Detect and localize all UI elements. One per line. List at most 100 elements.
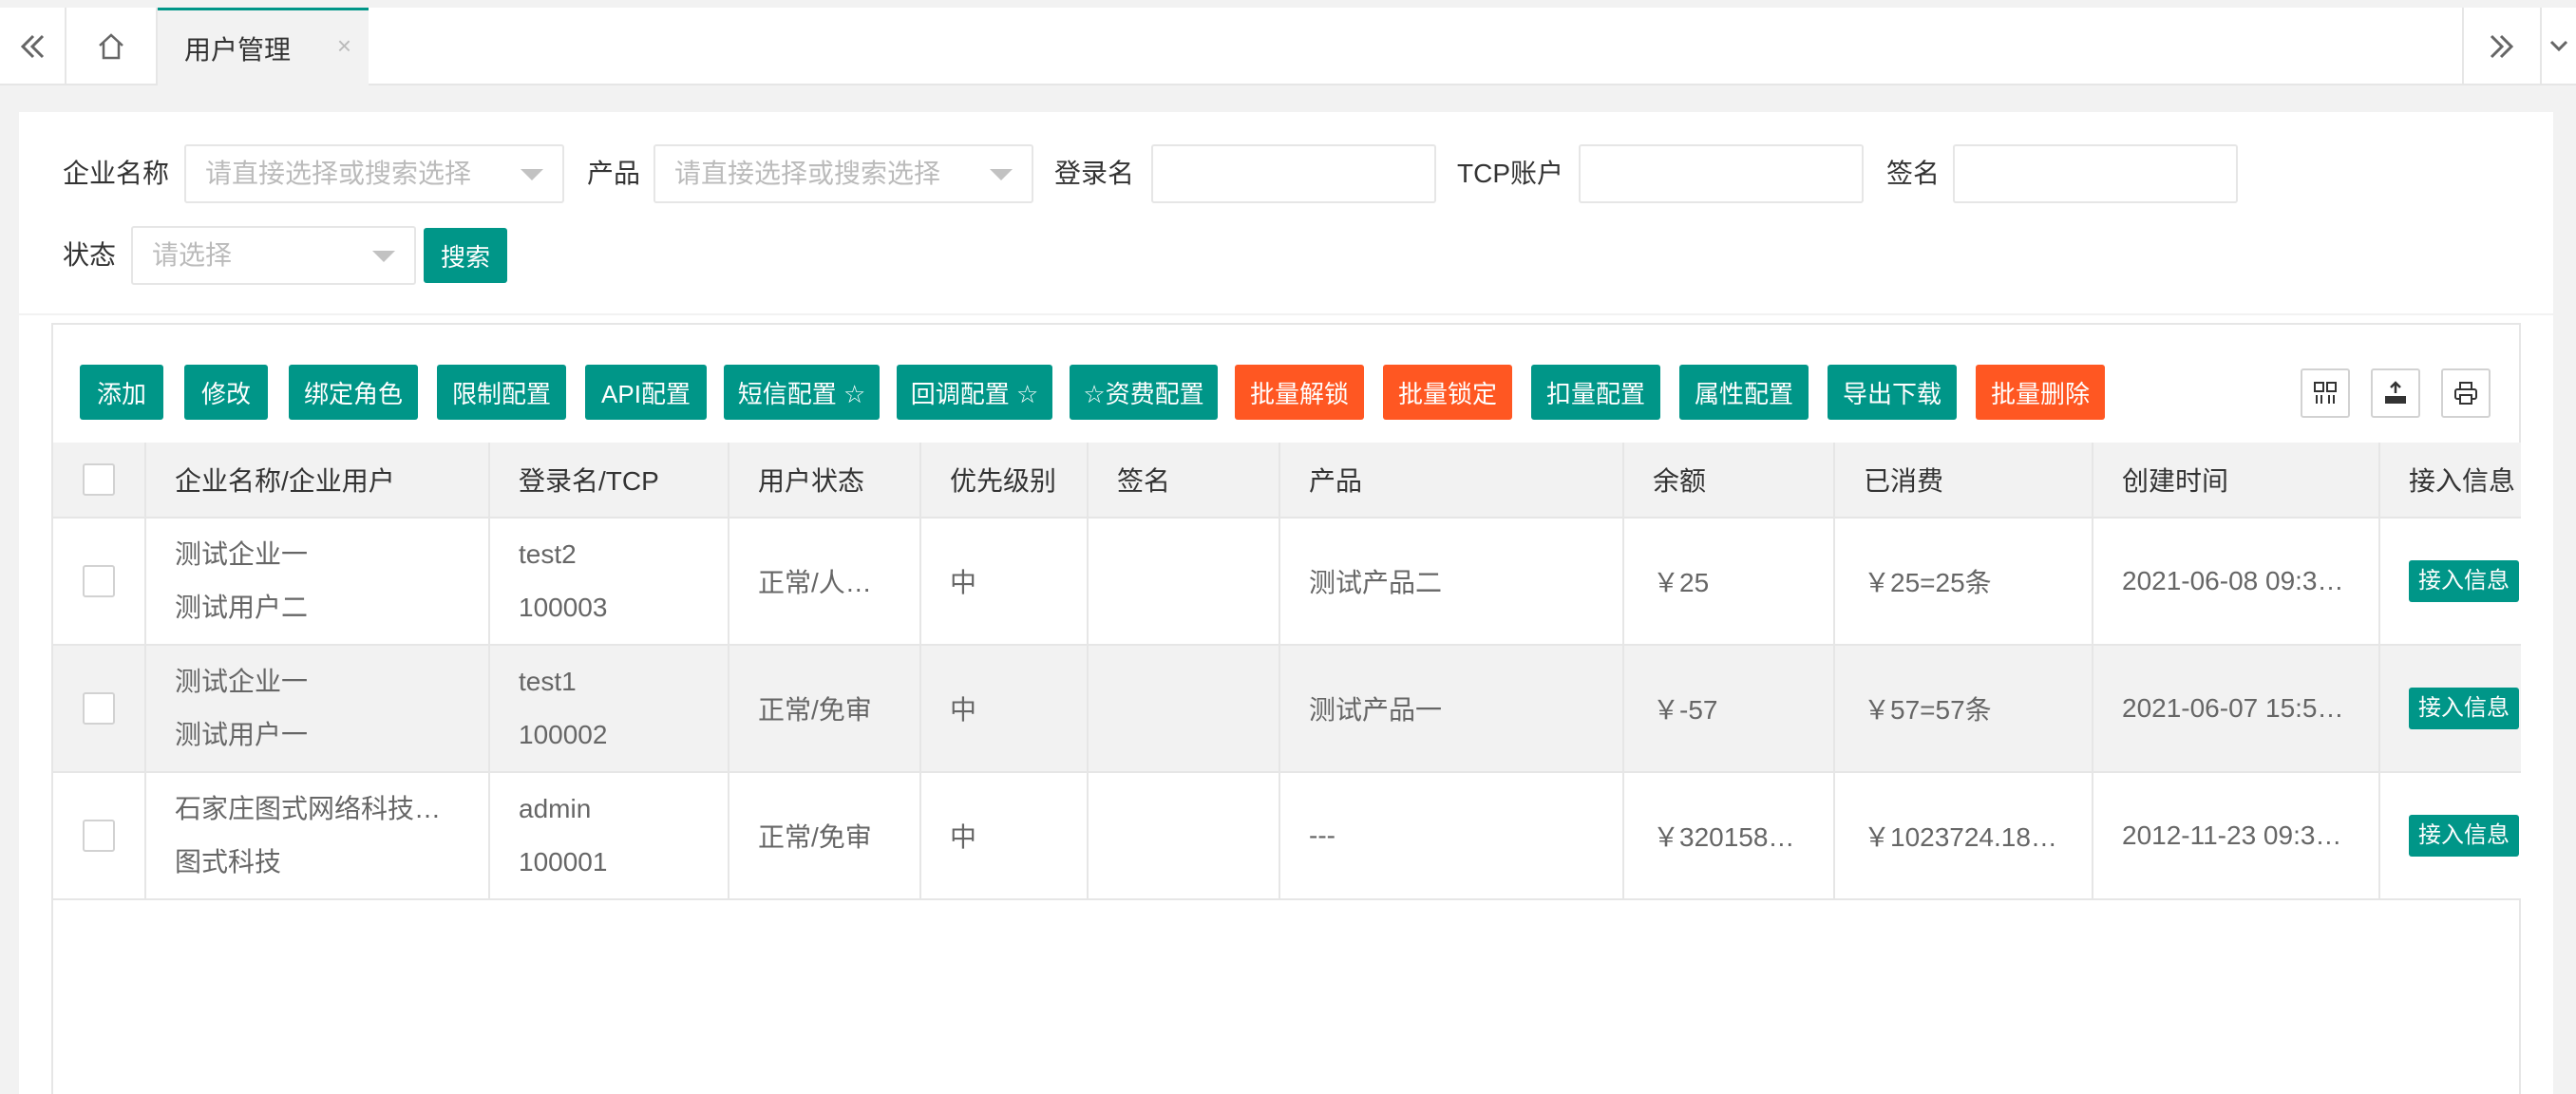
table-header: 企业名称/企业用户 登录名/TCP 用户状态 优先级别 签名 产品 余额 已消费… bbox=[53, 443, 2521, 519]
status-select-placeholder: 请选择 bbox=[152, 240, 233, 270]
select-all-checkbox[interactable] bbox=[83, 463, 115, 496]
consumed-cell: ￥1023724.18… bbox=[1835, 773, 2093, 898]
status-cell: 正常/免审 bbox=[729, 646, 921, 771]
company-cell: 测试企业一 测试用户一 bbox=[146, 646, 490, 771]
sms-config-button[interactable]: 短信配置 ☆ bbox=[724, 365, 880, 420]
home-icon[interactable] bbox=[66, 8, 158, 85]
add-button[interactable]: 添加 bbox=[80, 365, 163, 420]
login-label: 登录名 bbox=[1054, 159, 1135, 188]
login-cell: admin 100001 bbox=[490, 773, 729, 898]
login-name: test1 bbox=[519, 667, 577, 696]
login-input-wrap bbox=[1151, 144, 1436, 203]
chevron-down-icon[interactable] bbox=[2540, 8, 2576, 85]
login-name: admin bbox=[519, 794, 592, 823]
table-panel: 添加 修改 绑定角色 限制配置 API配置 短信配置 ☆ 回调配置 ☆ ☆资费配… bbox=[19, 315, 2553, 1094]
created-cell: 2021-06-07 15:5… bbox=[2093, 646, 2380, 771]
product-label: 产品 bbox=[587, 159, 641, 188]
api-config-button[interactable]: API配置 bbox=[585, 365, 707, 420]
status-select[interactable]: 请选择 bbox=[131, 226, 416, 285]
tcp-account: 100002 bbox=[519, 720, 608, 749]
tcp-input-wrap bbox=[1579, 144, 1864, 203]
batch-delete-button[interactable]: 批量删除 bbox=[1976, 365, 2105, 420]
login-cell: test2 100003 bbox=[490, 519, 729, 644]
table-row[interactable]: 测试企业一 测试用户一 test1 100002 正常/免审 中 测试产品一 ￥… bbox=[53, 646, 2521, 773]
fee-config-button[interactable]: ☆资费配置 bbox=[1070, 365, 1218, 420]
priority-cell: 中 bbox=[921, 773, 1089, 898]
double-chevron-left-icon[interactable] bbox=[0, 8, 66, 85]
print-icon[interactable] bbox=[2441, 368, 2491, 418]
header-priority[interactable]: 优先级别 bbox=[921, 443, 1089, 517]
user-table: 企业名称/企业用户 登录名/TCP 用户状态 优先级别 签名 产品 余额 已消费… bbox=[51, 443, 2521, 1094]
header-consumed[interactable]: 已消费 bbox=[1835, 443, 2093, 517]
tab-bar: 用户管理 × bbox=[0, 0, 2576, 85]
header-select-all bbox=[53, 443, 146, 517]
company-name: 石家庄图式网络科技… bbox=[175, 794, 442, 823]
product-select[interactable]: 请直接选择或搜索选择 bbox=[653, 144, 1033, 203]
dropdown-caret-icon bbox=[372, 251, 395, 262]
product-cell: --- bbox=[1280, 773, 1624, 898]
edit-button[interactable]: 修改 bbox=[184, 365, 268, 420]
row-checkbox[interactable] bbox=[83, 820, 115, 852]
columns-filter-icon[interactable] bbox=[2301, 368, 2350, 418]
callback-config-button[interactable]: 回调配置 ☆ bbox=[897, 365, 1052, 420]
attribute-config-button[interactable]: 属性配置 bbox=[1679, 365, 1809, 420]
status-cell: 正常/人… bbox=[729, 519, 921, 644]
company-user: 测试用户一 bbox=[175, 720, 309, 749]
tcp-input[interactable] bbox=[1592, 146, 1862, 201]
deduct-config-button[interactable]: 扣量配置 bbox=[1531, 365, 1660, 420]
login-input[interactable] bbox=[1165, 146, 1434, 201]
header-sign[interactable]: 签名 bbox=[1089, 443, 1280, 517]
created-cell: 2021-06-08 09:3… bbox=[2093, 519, 2380, 644]
product-select-placeholder: 请直接选择或搜索选择 bbox=[674, 159, 941, 188]
sign-cell bbox=[1089, 519, 1280, 644]
access-cell: 接入信息 bbox=[2380, 773, 2521, 898]
export-download-button[interactable]: 导出下载 bbox=[1828, 365, 1957, 420]
sign-input[interactable] bbox=[1966, 146, 2236, 201]
dropdown-caret-icon bbox=[990, 169, 1013, 180]
row-select bbox=[53, 773, 146, 898]
row-checkbox[interactable] bbox=[83, 692, 115, 725]
company-user: 图式科技 bbox=[175, 847, 282, 877]
sign-cell bbox=[1089, 646, 1280, 771]
export-icon[interactable] bbox=[2371, 368, 2420, 418]
header-product[interactable]: 产品 bbox=[1280, 443, 1624, 517]
search-button[interactable]: 搜索 bbox=[424, 228, 507, 283]
tab-user-management[interactable]: 用户管理 × bbox=[158, 8, 369, 85]
company-select-placeholder: 请直接选择或搜索选择 bbox=[205, 159, 472, 188]
balance-cell: ￥320158… bbox=[1624, 773, 1835, 898]
tcp-label: TCP账户 bbox=[1457, 159, 1564, 188]
header-status[interactable]: 用户状态 bbox=[729, 443, 921, 517]
tab-label: 用户管理 bbox=[184, 34, 292, 65]
batch-lock-button[interactable]: 批量锁定 bbox=[1383, 365, 1512, 420]
double-chevron-right-icon[interactable] bbox=[2462, 8, 2540, 85]
batch-unlock-button[interactable]: 批量解锁 bbox=[1235, 365, 1364, 420]
company-select[interactable]: 请直接选择或搜索选择 bbox=[184, 144, 564, 203]
bind-role-button[interactable]: 绑定角色 bbox=[289, 365, 418, 420]
access-cell: 接入信息 bbox=[2380, 519, 2521, 644]
company-label: 企业名称 bbox=[63, 159, 170, 188]
header-balance[interactable]: 余额 bbox=[1624, 443, 1835, 517]
access-info-button[interactable]: 接入信息 bbox=[2409, 688, 2519, 729]
header-access[interactable]: 接入信息 bbox=[2380, 443, 2521, 517]
company-user: 测试用户二 bbox=[175, 593, 309, 622]
table-row[interactable]: 测试企业一 测试用户二 test2 100003 正常/人… 中 测试产品二 ￥… bbox=[53, 519, 2521, 646]
company-name: 测试企业一 bbox=[175, 667, 309, 696]
header-company[interactable]: 企业名称/企业用户 bbox=[146, 443, 490, 517]
access-info-button[interactable]: 接入信息 bbox=[2409, 815, 2519, 857]
access-info-button[interactable]: 接入信息 bbox=[2409, 560, 2519, 602]
table-row[interactable]: 石家庄图式网络科技… 图式科技 admin 100001 正常/免审 中 ---… bbox=[53, 773, 2521, 900]
status-cell: 正常/免审 bbox=[729, 773, 921, 898]
row-select bbox=[53, 646, 146, 771]
dropdown-caret-icon bbox=[521, 169, 543, 180]
status-label: 状态 bbox=[63, 240, 117, 270]
created-cell: 2012-11-23 09:3… bbox=[2093, 773, 2380, 898]
row-checkbox[interactable] bbox=[83, 565, 115, 597]
header-created[interactable]: 创建时间 bbox=[2093, 443, 2380, 517]
close-icon[interactable]: × bbox=[337, 31, 351, 61]
limit-config-button[interactable]: 限制配置 bbox=[437, 365, 566, 420]
header-login[interactable]: 登录名/TCP bbox=[490, 443, 729, 517]
balance-cell: ￥25 bbox=[1624, 519, 1835, 644]
sign-cell bbox=[1089, 773, 1280, 898]
sign-input-wrap bbox=[1953, 144, 2238, 203]
product-cell: 测试产品一 bbox=[1280, 646, 1624, 771]
